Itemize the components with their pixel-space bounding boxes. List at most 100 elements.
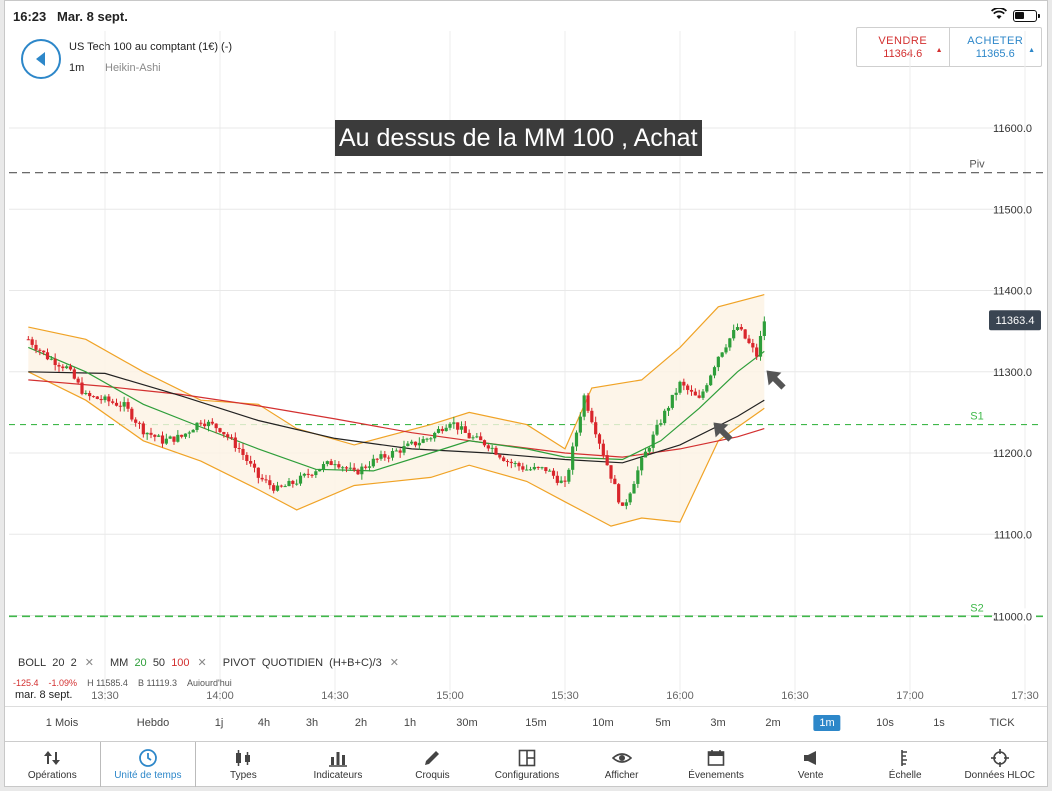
timeframe-1h[interactable]: 1h bbox=[404, 717, 416, 729]
candle-body bbox=[291, 480, 295, 484]
candle-body bbox=[755, 347, 759, 357]
candle-body bbox=[187, 432, 191, 434]
candle-body bbox=[686, 385, 690, 390]
timeframe-2m[interactable]: 2m bbox=[765, 717, 780, 729]
candle-body bbox=[180, 434, 184, 437]
candle-body bbox=[666, 407, 671, 411]
candle-body bbox=[72, 369, 76, 379]
candle-body bbox=[398, 450, 402, 453]
candle-body bbox=[137, 422, 142, 424]
candle-body bbox=[203, 423, 207, 427]
candle-body bbox=[548, 470, 552, 472]
toolbar-pencil[interactable]: Croquis bbox=[385, 742, 480, 787]
timeframe-4h[interactable]: 4h bbox=[258, 717, 270, 729]
timeframe-1s[interactable]: 1s bbox=[933, 717, 945, 729]
x-tick-label: 13:30 bbox=[91, 690, 119, 702]
remove-pivot-icon[interactable]: ✕ bbox=[390, 656, 399, 669]
mm-name: MM bbox=[109, 656, 129, 669]
candle-body bbox=[620, 502, 625, 506]
candle-body bbox=[643, 451, 648, 458]
timeframe-10s[interactable]: 10s bbox=[876, 717, 894, 729]
bottom-toolbar: Opérations Unité de temps Types Indicateurs… bbox=[5, 741, 1047, 787]
x-tick-label: 14:30 bbox=[321, 690, 349, 702]
boll-deviation: 2 bbox=[70, 656, 77, 669]
candle-body bbox=[716, 356, 720, 368]
pivot-legend[interactable]: PIVOT QUOTIDIEN (H+B+C)/3 bbox=[223, 657, 382, 669]
timeframe-tick[interactable]: TICK bbox=[989, 717, 1014, 729]
arrow-annotation-2 bbox=[766, 370, 786, 390]
y-tick-label: 11100.0 bbox=[994, 529, 1032, 541]
toolbar-label: Configurations bbox=[494, 770, 560, 781]
candle-body bbox=[68, 366, 73, 370]
toolbar-eye[interactable]: Afficher bbox=[574, 742, 669, 787]
candle-body bbox=[659, 423, 663, 425]
toolbar-clock[interactable]: Unité de temps bbox=[99, 742, 197, 787]
bar-chart-icon bbox=[291, 748, 386, 768]
timeframe-1m[interactable]: 1m bbox=[813, 715, 841, 731]
y-tick-label: 11000.0 bbox=[993, 611, 1032, 623]
candle-body bbox=[532, 466, 536, 470]
toolbar-crosshair[interactable]: Données HLOC bbox=[952, 742, 1047, 787]
toolbar-layout[interactable]: Configurations bbox=[480, 742, 575, 787]
candle-body bbox=[218, 428, 222, 433]
timeframe-1j[interactable]: 1j bbox=[215, 717, 224, 729]
candle-body bbox=[417, 442, 421, 446]
toolbar-label: Vente bbox=[797, 770, 824, 781]
candle-body bbox=[444, 427, 448, 432]
candle-body bbox=[84, 393, 88, 395]
timeframe-1-mois[interactable]: 1 Mois bbox=[46, 717, 78, 729]
candle-body bbox=[341, 467, 345, 469]
candle-body bbox=[387, 457, 391, 459]
candle-body bbox=[256, 467, 260, 478]
candle-body bbox=[103, 396, 107, 401]
candle-body bbox=[567, 469, 571, 482]
candle-body bbox=[252, 463, 257, 468]
boll-legend[interactable]: BOLL 20 2 bbox=[18, 657, 77, 669]
mm-100-value: 100 bbox=[171, 656, 190, 669]
toolbar-label: Évenements bbox=[688, 770, 744, 781]
candle-body bbox=[337, 464, 341, 468]
candle-body bbox=[91, 396, 96, 398]
pivot-period: QUOTIDIEN bbox=[261, 656, 324, 669]
x-tick-label: 14:00 bbox=[206, 690, 234, 702]
candle-body bbox=[295, 483, 299, 485]
timeframe-2h[interactable]: 2h bbox=[355, 717, 367, 729]
timeframe-3h[interactable]: 3h bbox=[306, 717, 318, 729]
day-high: H 11585.4 bbox=[87, 678, 128, 686]
toolbar-bar-chart[interactable]: Indicateurs bbox=[291, 742, 386, 787]
candle-body bbox=[352, 467, 356, 470]
candle-body bbox=[448, 423, 452, 428]
toolbar-label: Données HLOC bbox=[964, 770, 1036, 781]
candle-body bbox=[390, 451, 395, 458]
candle-body bbox=[379, 454, 383, 459]
price-chart[interactable]: 11600.0 11500.0 11400.0 11300.0 11200.0 11100… bbox=[5, 1, 1049, 706]
toolbar-candles[interactable]: Types bbox=[196, 742, 291, 787]
candle-body bbox=[597, 434, 602, 444]
timeframe-3m[interactable]: 3m bbox=[710, 717, 725, 729]
candle-body bbox=[283, 486, 287, 488]
candle-body bbox=[452, 422, 456, 424]
candle-body bbox=[65, 366, 69, 369]
mm-legend[interactable]: MM 20 50 100 bbox=[110, 657, 190, 669]
candle-body bbox=[222, 432, 226, 435]
candle-body bbox=[210, 421, 214, 424]
toolbar-scale[interactable]: Échelle bbox=[858, 742, 953, 787]
boll-name: BOLL bbox=[18, 656, 47, 669]
candle-body bbox=[429, 438, 433, 440]
timeframe-30m[interactable]: 30m bbox=[456, 717, 477, 729]
toolbar-calendar[interactable]: Évenements bbox=[669, 742, 764, 787]
candle-body bbox=[632, 483, 636, 494]
remove-mm-icon[interactable]: ✕ bbox=[198, 656, 207, 669]
candle-body bbox=[245, 454, 249, 461]
timeframe-10m[interactable]: 10m bbox=[592, 717, 613, 729]
remove-boll-icon[interactable]: ✕ bbox=[85, 656, 94, 669]
toolbar-megaphone[interactable]: Vente bbox=[763, 742, 858, 787]
candle-body bbox=[49, 358, 53, 360]
candle-body bbox=[298, 475, 303, 484]
toolbar-sort-arrows[interactable]: Opérations bbox=[5, 742, 100, 787]
timeframe-15m[interactable]: 15m bbox=[525, 717, 546, 729]
candles-icon bbox=[196, 748, 291, 768]
timeframe-hebdo[interactable]: Hebdo bbox=[137, 717, 169, 729]
timeframe-5m[interactable]: 5m bbox=[655, 717, 670, 729]
candle-body bbox=[674, 392, 678, 395]
